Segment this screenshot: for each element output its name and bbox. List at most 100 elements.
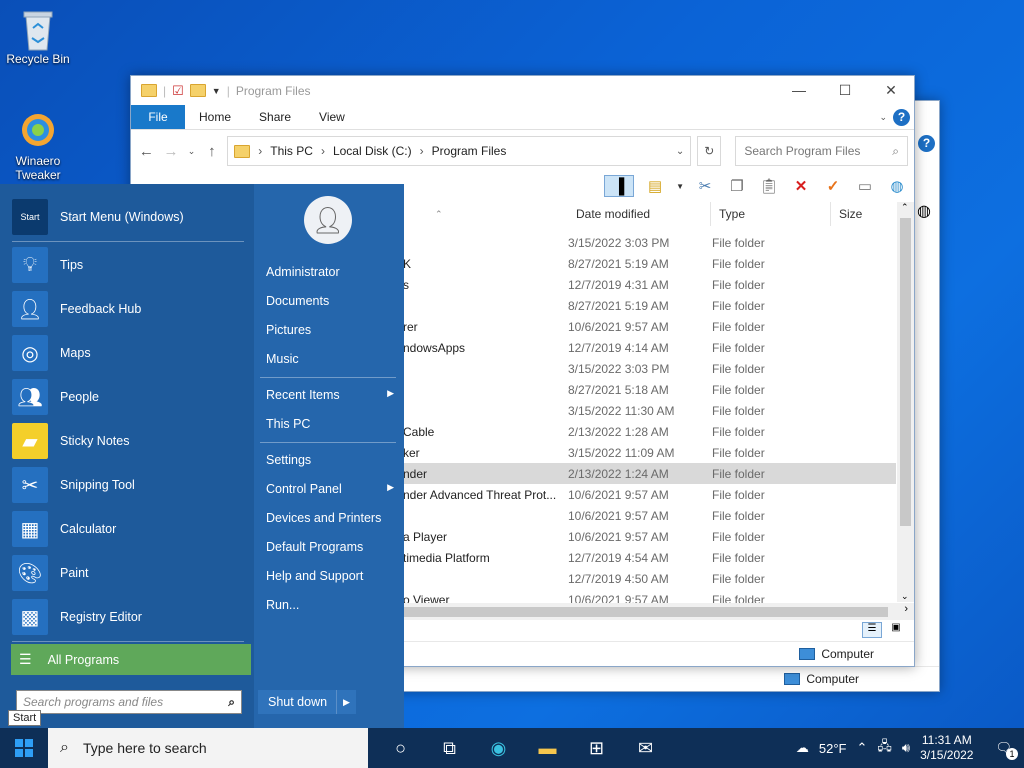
table-row[interactable]: 12/7/2019 4:50 AM File folder bbox=[403, 568, 896, 589]
tab-view[interactable]: View bbox=[305, 105, 359, 129]
title-bar[interactable]: | ☑ ▼ | Program Files — ☐ ✕ bbox=[131, 76, 914, 105]
start-link-control-panel[interactable]: Control Panel ▶ bbox=[266, 482, 394, 496]
start-app-feedback-hub[interactable]: 👤︎ Feedback Hub bbox=[12, 288, 141, 330]
column-date-modified[interactable]: Date modified bbox=[568, 202, 711, 226]
delete-icon[interactable]: ✕ bbox=[790, 175, 812, 197]
weather-icon[interactable]: ☁ bbox=[796, 740, 809, 756]
table-row[interactable]: 10/6/2021 9:57 AM File folder bbox=[403, 505, 896, 526]
scroll-up-icon[interactable]: ⌃ bbox=[901, 202, 909, 213]
preview-pane-icon[interactable]: ▐ bbox=[604, 175, 635, 197]
all-programs-button[interactable]: ☰ All Programs bbox=[11, 644, 251, 675]
start-link-music[interactable]: Music bbox=[266, 352, 394, 366]
paste-icon[interactable]: 📋︎ bbox=[758, 175, 780, 197]
scroll-down-icon[interactable]: ⌄ bbox=[901, 591, 909, 602]
table-row[interactable]: 3/15/2022 3:03 PM File folder bbox=[403, 358, 896, 379]
table-row[interactable]: 8/27/2021 5:19 AM File folder bbox=[403, 295, 896, 316]
new-folder-toolbar-icon[interactable]: ▤ bbox=[644, 175, 666, 197]
cut-icon[interactable]: ✂ bbox=[694, 175, 716, 197]
search-input[interactable]: Search Program Files ⌕ bbox=[735, 136, 908, 166]
file-explorer-icon[interactable]: ▬ bbox=[523, 728, 572, 768]
breadcrumb-program-files[interactable]: Program Files bbox=[432, 144, 507, 158]
table-row[interactable]: rer 10/6/2021 9:57 AM File folder bbox=[403, 316, 896, 337]
start-button[interactable] bbox=[0, 728, 48, 768]
volume-icon[interactable]: 🔊︎ bbox=[902, 740, 910, 756]
up-arrow-icon[interactable]: ↑ bbox=[203, 143, 222, 160]
table-row[interactable]: nder 2/13/2022 1:24 AM File folder bbox=[403, 463, 896, 484]
properties-check-icon[interactable]: ✓ bbox=[822, 175, 844, 197]
weather-temp[interactable]: 52°F bbox=[819, 741, 847, 756]
table-row[interactable]: Cable 2/13/2022 1:28 AM File folder bbox=[403, 421, 896, 442]
start-app-snipping-tool[interactable]: ✂ Snipping Tool bbox=[12, 464, 135, 506]
file-list[interactable]: 3/15/2022 3:03 PM File folder K 8/27/2021 5… bbox=[403, 232, 896, 610]
notification-icon[interactable]: 🗨︎ 1 bbox=[995, 740, 1018, 760]
start-app-calculator[interactable]: ▦ Calculator bbox=[12, 508, 116, 550]
taskbar-search[interactable]: ⌕ Type here to search bbox=[48, 728, 368, 768]
start-link-recent-items[interactable]: Recent Items ▶ bbox=[266, 388, 394, 402]
start-link-pictures[interactable]: Pictures bbox=[266, 323, 394, 337]
maximize-icon[interactable]: ☐ bbox=[822, 82, 868, 99]
table-row[interactable]: ker 3/15/2022 11:09 AM File folder bbox=[403, 442, 896, 463]
back-arrow-icon[interactable]: ← bbox=[137, 143, 156, 160]
start-link-administrator[interactable]: Administrator bbox=[266, 265, 394, 279]
table-row[interactable]: 8/27/2021 5:18 AM File folder bbox=[403, 379, 896, 400]
start-app-registry-editor[interactable]: ▩ Registry Editor bbox=[12, 596, 142, 638]
user-avatar[interactable]: 👤︎ bbox=[304, 196, 352, 244]
table-row[interactable]: 3/15/2022 11:30 AM File folder bbox=[403, 400, 896, 421]
rename-icon[interactable]: ▭ bbox=[854, 175, 876, 197]
address-dropdown-icon[interactable]: ⌄ bbox=[676, 146, 684, 157]
breadcrumb-this-pc[interactable]: This PC bbox=[270, 144, 313, 158]
large-icons-view-icon[interactable]: ▣ bbox=[886, 622, 906, 638]
minimize-icon[interactable]: — bbox=[776, 82, 822, 99]
recycle-bin-desktop-icon[interactable]: Recycle Bin bbox=[0, 8, 76, 66]
table-row[interactable]: s 12/7/2019 4:31 AM File folder bbox=[403, 274, 896, 295]
start-link-settings[interactable]: Settings bbox=[266, 453, 394, 467]
start-app-people[interactable]: 👥︎ People bbox=[12, 376, 99, 418]
recent-dropdown-icon[interactable]: ⌄ bbox=[186, 146, 196, 157]
ribbon-expand-icon[interactable]: ⌄ bbox=[879, 112, 887, 123]
shutdown-options-icon[interactable]: ▶ bbox=[336, 690, 356, 714]
copy-icon[interactable]: ❐ bbox=[726, 175, 748, 197]
start-link-devices-and-printers[interactable]: Devices and Printers bbox=[266, 511, 394, 525]
help-icon[interactable]: ? bbox=[918, 135, 935, 152]
start-app-start-menu-windows[interactable]: Start Start Menu (Windows) bbox=[12, 196, 184, 238]
start-search-input[interactable]: Search programs and files ⌕ bbox=[16, 690, 242, 714]
details-view-icon[interactable]: ☰ bbox=[862, 622, 882, 638]
globe-icon[interactable]: ◍ bbox=[886, 175, 908, 197]
edge-icon[interactable]: ◉ bbox=[474, 728, 523, 768]
tab-home[interactable]: Home bbox=[185, 105, 245, 129]
new-folder-icon[interactable] bbox=[189, 84, 206, 97]
start-app-paint[interactable]: 🎨︎ Paint bbox=[12, 552, 89, 594]
start-link-run[interactable]: Run... bbox=[266, 598, 394, 612]
task-view-icon[interactable]: ⧉ bbox=[425, 728, 474, 768]
column-type[interactable]: Type bbox=[711, 202, 831, 226]
cortana-icon[interactable]: ○ bbox=[376, 728, 425, 768]
properties-icon[interactable]: ☑ bbox=[172, 83, 184, 99]
scroll-thumb[interactable] bbox=[900, 218, 911, 526]
globe-icon[interactable]: ◍ bbox=[917, 201, 931, 221]
table-row[interactable]: 3/15/2022 3:03 PM File folder bbox=[403, 232, 896, 253]
table-row[interactable]: a Player 10/6/2021 9:57 AM File folder bbox=[403, 526, 896, 547]
close-icon[interactable]: ✕ bbox=[868, 82, 914, 99]
store-icon[interactable]: ⊞ bbox=[572, 728, 621, 768]
table-row[interactable]: K 8/27/2021 5:19 AM File folder bbox=[403, 253, 896, 274]
tab-share[interactable]: Share bbox=[245, 105, 305, 129]
start-link-documents[interactable]: Documents bbox=[266, 294, 394, 308]
help-icon[interactable]: ? bbox=[893, 108, 910, 126]
forward-arrow-icon[interactable]: → bbox=[162, 143, 181, 160]
network-icon[interactable]: 🖧︎ bbox=[877, 737, 892, 759]
mail-icon[interactable]: ✉ bbox=[621, 728, 670, 768]
horizontal-scrollbar[interactable]: › bbox=[403, 603, 914, 620]
table-row[interactable]: nder Advanced Threat Prot... 10/6/2021 9:… bbox=[403, 484, 896, 505]
start-link-default-programs[interactable]: Default Programs bbox=[266, 540, 394, 554]
breadcrumb-local-disk[interactable]: Local Disk (C:) bbox=[333, 144, 412, 158]
winaero-tweaker-desktop-icon[interactable]: Winaero Tweaker bbox=[0, 110, 76, 182]
qa-dropdown-icon[interactable]: ▼ bbox=[212, 86, 221, 96]
chevron-up-icon[interactable]: ⌃ bbox=[856, 740, 867, 756]
table-row[interactable]: timedia Platform 12/7/2019 4:54 AM File fo… bbox=[403, 547, 896, 568]
clock[interactable]: 11:31 AM 3/15/2022 bbox=[920, 733, 973, 763]
table-row[interactable]: ndowsApps 12/7/2019 4:14 AM File folder bbox=[403, 337, 896, 358]
refresh-button[interactable]: ↻ bbox=[697, 136, 722, 166]
address-bar[interactable]: › This PC › Local Disk (C:) › Program Fi… bbox=[227, 136, 692, 166]
start-app-sticky-notes[interactable]: ▰ Sticky Notes bbox=[12, 420, 129, 462]
scroll-right-icon[interactable]: › bbox=[904, 603, 908, 615]
